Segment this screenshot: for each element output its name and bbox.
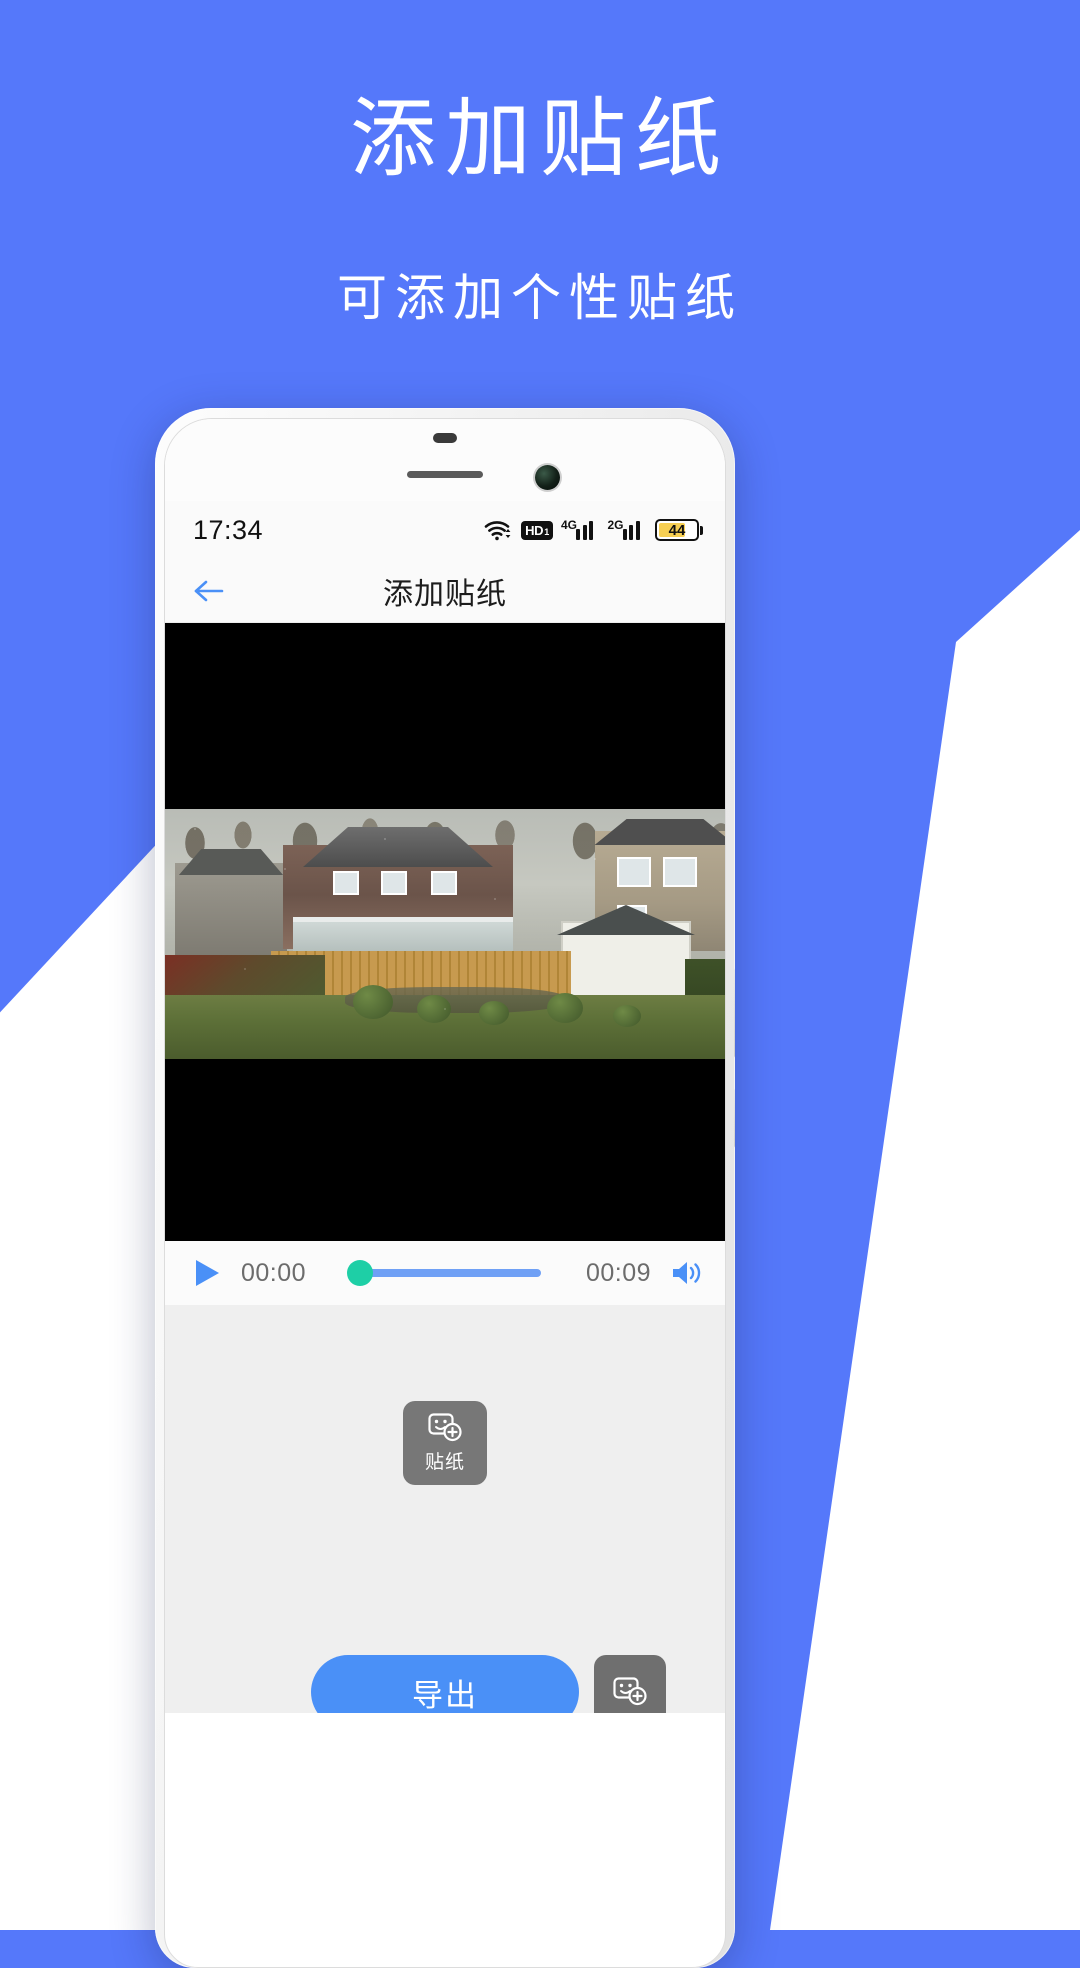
video-preview[interactable] bbox=[165, 623, 725, 1241]
phone-volume-button[interactable] bbox=[734, 968, 735, 1058]
editor-tool-panel: 贴纸 bbox=[165, 1305, 725, 1617]
signal-2g-icon: 2G bbox=[608, 518, 647, 540]
phone-screen: 17:34 HD 1 4G 2G 44 添加贴纸 00:00 00:09 贴纸 … bbox=[164, 418, 726, 1968]
play-button[interactable] bbox=[187, 1253, 227, 1293]
status-icons: HD 1 4G 2G 44 bbox=[484, 518, 703, 541]
proximity-sensor-icon bbox=[433, 433, 457, 443]
phone-mockup: 17:34 HD 1 4G 2G 44 添加贴纸 00:00 00:09 贴纸 … bbox=[155, 408, 735, 1968]
sticker-tool-button[interactable]: 贴纸 bbox=[403, 1401, 487, 1485]
page-subtitle: 可添加个性贴纸 bbox=[337, 270, 743, 326]
sticker-add-icon bbox=[613, 1677, 647, 1706]
network-type-label-4g: 4G bbox=[561, 517, 578, 532]
seek-thumb[interactable] bbox=[347, 1260, 373, 1286]
battery-icon: 44 bbox=[655, 519, 703, 541]
arrow-left-icon bbox=[194, 580, 224, 601]
app-header: 添加贴纸 bbox=[165, 559, 725, 623]
sticker-tool-label: 贴纸 bbox=[424, 1452, 465, 1473]
bottom-white-strip bbox=[165, 1713, 725, 1767]
volume-on-icon bbox=[673, 1262, 701, 1284]
battery-percent-label: 44 bbox=[668, 521, 686, 539]
back-button[interactable] bbox=[187, 569, 231, 613]
seek-bar[interactable] bbox=[347, 1253, 541, 1293]
bottom-action-bar: 导出 bbox=[165, 1617, 725, 1767]
network-type-label-2g: 2G bbox=[607, 517, 624, 532]
phone-notch bbox=[165, 419, 725, 501]
volume-button[interactable] bbox=[665, 1253, 707, 1293]
status-time: 17:34 bbox=[193, 514, 264, 545]
hd-voice-icon: HD 1 bbox=[521, 520, 553, 540]
phone-power-button[interactable] bbox=[734, 1088, 735, 1148]
video-frame-image bbox=[165, 809, 725, 1059]
wifi-icon bbox=[484, 519, 512, 541]
page-title: 添加贴纸 bbox=[350, 91, 730, 187]
earpiece-speaker-icon bbox=[407, 471, 483, 478]
player-controls: 00:00 00:09 bbox=[165, 1241, 725, 1305]
play-icon bbox=[196, 1260, 219, 1286]
hd-label: HD bbox=[525, 522, 544, 538]
status-bar: 17:34 HD 1 4G 2G 44 bbox=[165, 501, 725, 559]
duration-label: 00:09 bbox=[585, 1258, 651, 1287]
hd-sub: 1 bbox=[544, 526, 549, 537]
seek-track[interactable] bbox=[361, 1269, 541, 1277]
signal-4g-icon: 4G bbox=[561, 518, 600, 540]
current-time-label: 00:00 bbox=[241, 1258, 307, 1287]
app-title: 添加贴纸 bbox=[383, 577, 507, 611]
front-camera-icon bbox=[535, 465, 560, 490]
sticker-add-icon bbox=[428, 1413, 462, 1442]
